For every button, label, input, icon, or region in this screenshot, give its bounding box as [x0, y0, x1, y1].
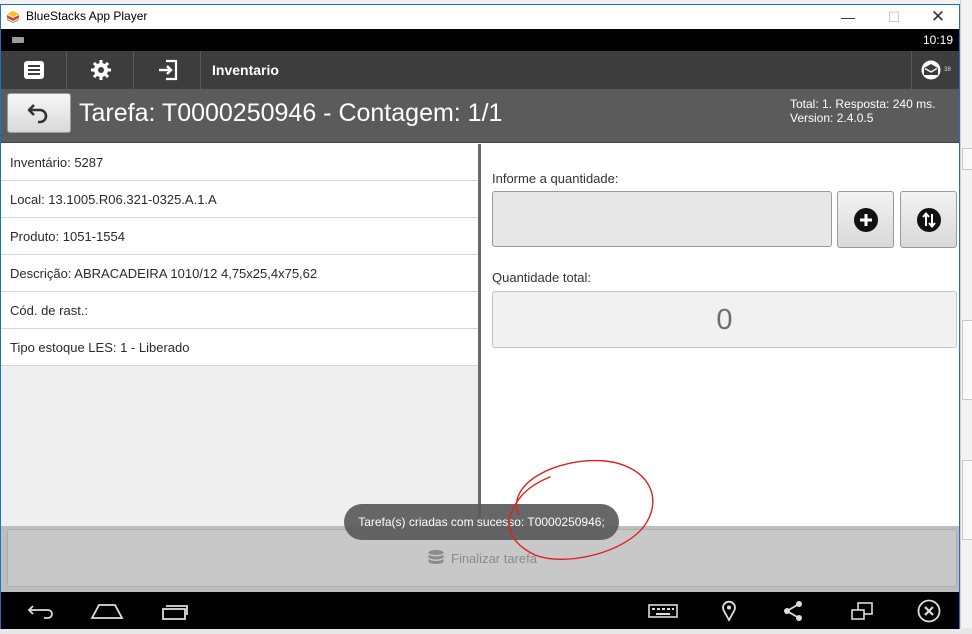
- replace-quantity-button[interactable]: [900, 191, 957, 248]
- status-clock: 10:19: [922, 33, 953, 47]
- gear-icon: [90, 60, 111, 80]
- nav-window-button[interactable]: [845, 592, 879, 629]
- detail-tipo-estoque: Tipo estoque LES: 1 - Liberado: [1, 329, 478, 366]
- nav-home-button[interactable]: [86, 592, 128, 629]
- total-quantity-display: 0: [492, 291, 957, 348]
- quantity-label: Informe a quantidade:: [492, 171, 619, 186]
- android-nav-bar: [1, 592, 959, 629]
- resize-window-icon: [851, 601, 873, 620]
- toolbar-title: Inventario: [212, 62, 279, 78]
- keyboard-icon: [648, 603, 678, 618]
- background-window-edge: [962, 320, 972, 400]
- window-title: BlueStacks App Player: [26, 9, 148, 23]
- bluestacks-window: BlueStacks App Player — ☐ ✕ 10:19 Invent…: [0, 4, 960, 629]
- detail-local: Local: 13.1005.R06.321-0325.A.1.A: [1, 181, 478, 218]
- mail-icon: [921, 60, 941, 80]
- background-window-edge: [962, 460, 972, 540]
- detail-descricao: Descrição: ABRACADEIRA 1010/12 4,75x25,4…: [1, 255, 478, 292]
- bluestacks-logo-icon: [7, 11, 19, 23]
- close-window-button[interactable]: ✕: [915, 5, 961, 29]
- task-header: Tarefa: T0000250946 - Contagem: 1/1 Tota…: [1, 89, 959, 143]
- response-info: Total: 1. Resposta: 240 ms.: [790, 97, 936, 111]
- nav-close-button[interactable]: [911, 592, 947, 629]
- success-toast: Tarefa(s) criadas com sucesso: T00002509…: [344, 504, 619, 540]
- swap-arrows-icon: [916, 207, 941, 232]
- nav-keyboard-button[interactable]: [643, 592, 683, 629]
- quantity-panel: Informe a quantidade: Quantidade total: …: [484, 144, 959, 526]
- page-title: Tarefa: T0000250946 - Contagem: 1/1: [79, 99, 503, 127]
- detail-cod-rast: Cód. de rast.:: [1, 292, 478, 329]
- minimize-button[interactable]: —: [825, 5, 871, 29]
- login-icon: [158, 59, 177, 81]
- nav-back-button[interactable]: [21, 592, 61, 629]
- version-info: Version: 2.4.0.5: [790, 111, 874, 125]
- window-titlebar[interactable]: BlueStacks App Player — ☐ ✕: [1, 5, 959, 29]
- share-icon: [784, 600, 802, 621]
- total-label: Quantidade total:: [492, 270, 592, 285]
- android-status-bar: 10:19: [1, 29, 959, 51]
- notification-badge: 38: [944, 67, 951, 73]
- home-icon: [90, 603, 124, 619]
- database-icon: [427, 549, 445, 567]
- login-button[interactable]: [135, 51, 201, 89]
- background-window-edge: [962, 148, 972, 170]
- add-quantity-button[interactable]: [837, 191, 894, 248]
- quantity-input[interactable]: [492, 191, 832, 247]
- detail-produto: Produto: 1051-1554: [1, 218, 478, 255]
- desktop-background-right: [960, 0, 972, 634]
- nav-location-button[interactable]: [713, 592, 745, 629]
- back-icon: [27, 604, 53, 619]
- server-info: Total: 1. Resposta: 240 ms. Version: 2.4…: [790, 97, 935, 125]
- menu-list-button[interactable]: [1, 51, 67, 89]
- keyboard-status-icon: [12, 37, 24, 43]
- location-pin-icon: [722, 600, 736, 622]
- detail-inventario: Inventário: 5287: [1, 144, 478, 181]
- plus-circle-icon: [853, 207, 878, 232]
- list-icon: [23, 61, 44, 79]
- finalize-task-label: Finalizar tarefa: [451, 550, 537, 566]
- nav-recent-apps-button[interactable]: [154, 592, 194, 629]
- nav-share-button[interactable]: [777, 592, 809, 629]
- settings-button[interactable]: [68, 51, 134, 89]
- app-toolbar: Inventario 38: [1, 51, 959, 89]
- back-arrow-icon: [27, 104, 48, 124]
- details-panel: Inventário: 5287 Local: 13.1005.R06.321-…: [1, 144, 481, 526]
- close-circle-icon: [917, 599, 941, 622]
- messages-button[interactable]: 38: [911, 51, 959, 89]
- recent-apps-icon: [162, 604, 188, 620]
- maximize-button[interactable]: ☐: [871, 5, 917, 29]
- back-button[interactable]: [7, 93, 71, 133]
